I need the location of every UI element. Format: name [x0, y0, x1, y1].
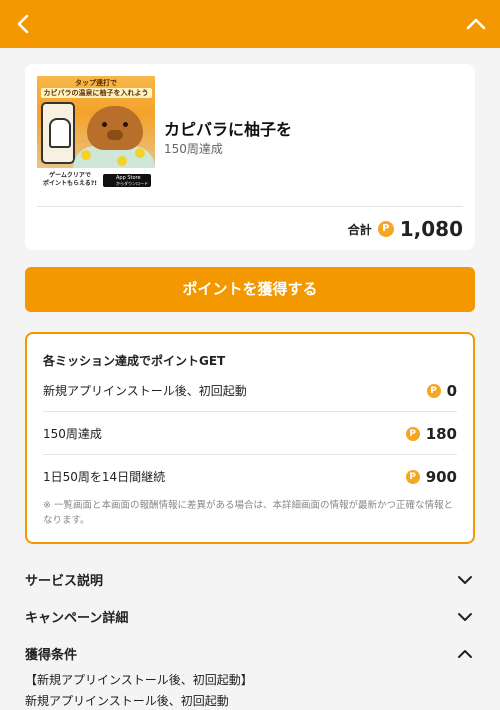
missions-title: 各ミッション達成でポイントGET [43, 354, 226, 368]
yuzu-icon [135, 148, 145, 158]
accordion-campaign-details[interactable]: キャンペーン詳細 [25, 603, 475, 631]
point-coin-icon: P [426, 384, 441, 398]
mission-points: 900 [425, 468, 457, 486]
app-title: カピバラに柚子を [164, 120, 293, 139]
thumbnail-bottom-caption: ゲームクリアで ポイントもらえる?! [42, 172, 98, 187]
phone-illustration-icon [41, 102, 75, 164]
divider [43, 454, 457, 455]
app-store-badge: App Store からダウンロード [103, 174, 151, 187]
divider [37, 206, 463, 207]
mission-points: 180 [425, 425, 457, 443]
tap-hand-icon [49, 118, 71, 148]
accordion-service-description[interactable]: サービス説明 [25, 566, 475, 594]
missions-panel: 各ミッション達成でポイントGET 新規アプリインストール後、初回起動 P 0 1… [25, 332, 475, 544]
mission-label: 150周達成 [43, 427, 102, 441]
yuzu-icon [117, 156, 127, 166]
top-header [0, 0, 500, 48]
total-label: 合計 [347, 222, 372, 237]
thumbnail-caption-line2: カピバラの温泉に柚子を入れよう [40, 88, 152, 98]
chevron-left-icon[interactable] [12, 12, 36, 36]
chevron-up-icon [458, 650, 472, 658]
mission-row: 新規アプリインストール後、初回起動 P 0 [43, 370, 457, 412]
mission-label: 新規アプリインストール後、初回起動 [43, 384, 247, 398]
point-coin-icon: P [405, 470, 420, 484]
accordion-title: キャンペーン詳細 [25, 611, 129, 626]
divider [43, 411, 457, 412]
missions-note: ※ 一覧画面と本画面の報酬情報に差異がある場合は、本詳細画面の情報が最新かつ正確… [43, 500, 453, 526]
chevron-up-icon[interactable] [464, 12, 488, 36]
accordion-title: サービス説明 [25, 574, 104, 589]
chevron-down-icon [458, 613, 472, 621]
app-thumbnail: タップ連打で カピバラの温泉に柚子を入れよう ゲームクリアで ポイントもらえる?… [37, 76, 155, 190]
total-points-value: 1,080 [399, 217, 463, 241]
point-coin-icon: P [377, 221, 394, 237]
mission-points: 0 [446, 382, 457, 400]
accordion-title: 獲得条件 [25, 648, 78, 663]
get-points-button[interactable]: ポイントを獲得する [25, 267, 475, 312]
chevron-down-icon [458, 576, 472, 584]
point-coin-icon: P [405, 427, 420, 441]
total-points-row: 合計 P 1,080 [348, 214, 463, 244]
conditions-heading: 【新規アプリインストール後、初回起動】 [25, 673, 253, 687]
capybara-illustration [87, 106, 143, 150]
accordion-acquisition-conditions[interactable]: 獲得条件 [25, 640, 475, 668]
thumbnail-caption-line1: タップ連打で [75, 79, 117, 87]
conditions-text: 新規アプリインストール後、初回起動 [25, 694, 229, 708]
mission-row: 1日50周を14日間継続 P 900 [43, 456, 457, 498]
yuzu-icon [81, 150, 91, 160]
app-subtitle: 150周達成 [164, 142, 223, 156]
mission-label: 1日50周を14日間継続 [43, 470, 166, 484]
thumbnail-artwork: タップ連打で カピバラの温泉に柚子を入れよう [37, 76, 155, 168]
mission-row: 150周達成 P 180 [43, 413, 457, 455]
app-card: タップ連打で カピバラの温泉に柚子を入れよう ゲームクリアで ポイントもらえる?… [25, 64, 475, 250]
